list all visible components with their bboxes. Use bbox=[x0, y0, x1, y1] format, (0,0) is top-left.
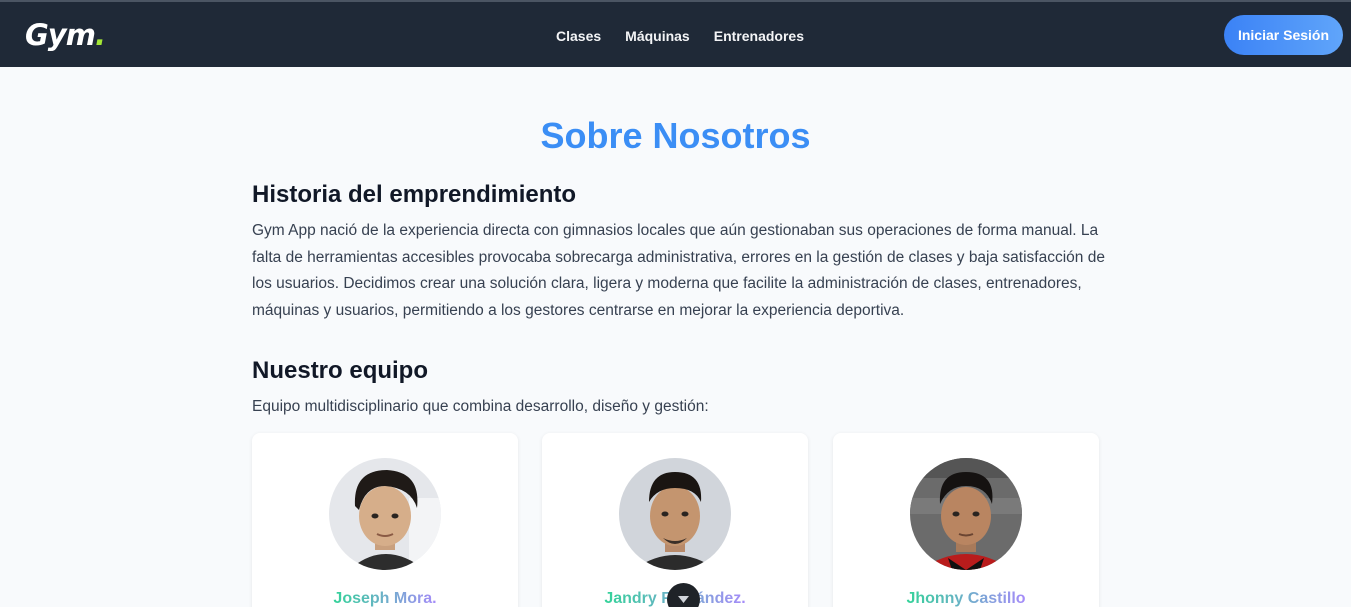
avatar bbox=[619, 458, 731, 570]
team-subtitle: Equipo multidisciplinario que combina de… bbox=[252, 398, 709, 415]
login-button[interactable]: Iniciar Sesión bbox=[1224, 15, 1343, 55]
team-member-card: Jhonny Castillo bbox=[833, 433, 1099, 607]
team-member-card: Jandry Fernández. bbox=[542, 433, 808, 607]
nav-link-maquinas[interactable]: Máquinas bbox=[625, 26, 690, 46]
avatar bbox=[910, 458, 1022, 570]
page-title: Sobre Nosotros bbox=[540, 115, 811, 156]
team-member-name: Joseph Mora. bbox=[333, 590, 437, 607]
avatar bbox=[329, 458, 441, 570]
nav-link-entrenadores[interactable]: Entrenadores bbox=[714, 26, 804, 46]
team-member-card: Joseph Mora. bbox=[252, 433, 518, 607]
logo[interactable]: Gym. bbox=[25, 17, 106, 53]
history-heading: Historia del emprendimiento bbox=[252, 181, 577, 208]
chevron-down-icon bbox=[678, 596, 689, 603]
logo-dot: . bbox=[94, 18, 106, 52]
team-member-name: Jhonny Castillo bbox=[906, 590, 1026, 607]
nav-links: Clases Máquinas Entrenadores bbox=[556, 26, 804, 46]
nav-link-clases[interactable]: Clases bbox=[556, 26, 601, 46]
team-heading: Nuestro equipo bbox=[252, 357, 429, 384]
logo-text: Gym bbox=[25, 18, 96, 52]
history-text: Gym App nació de la experiencia directa … bbox=[252, 222, 1105, 319]
navbar: Gym. Clases Máquinas Entrenadores Inicia… bbox=[0, 2, 1351, 67]
